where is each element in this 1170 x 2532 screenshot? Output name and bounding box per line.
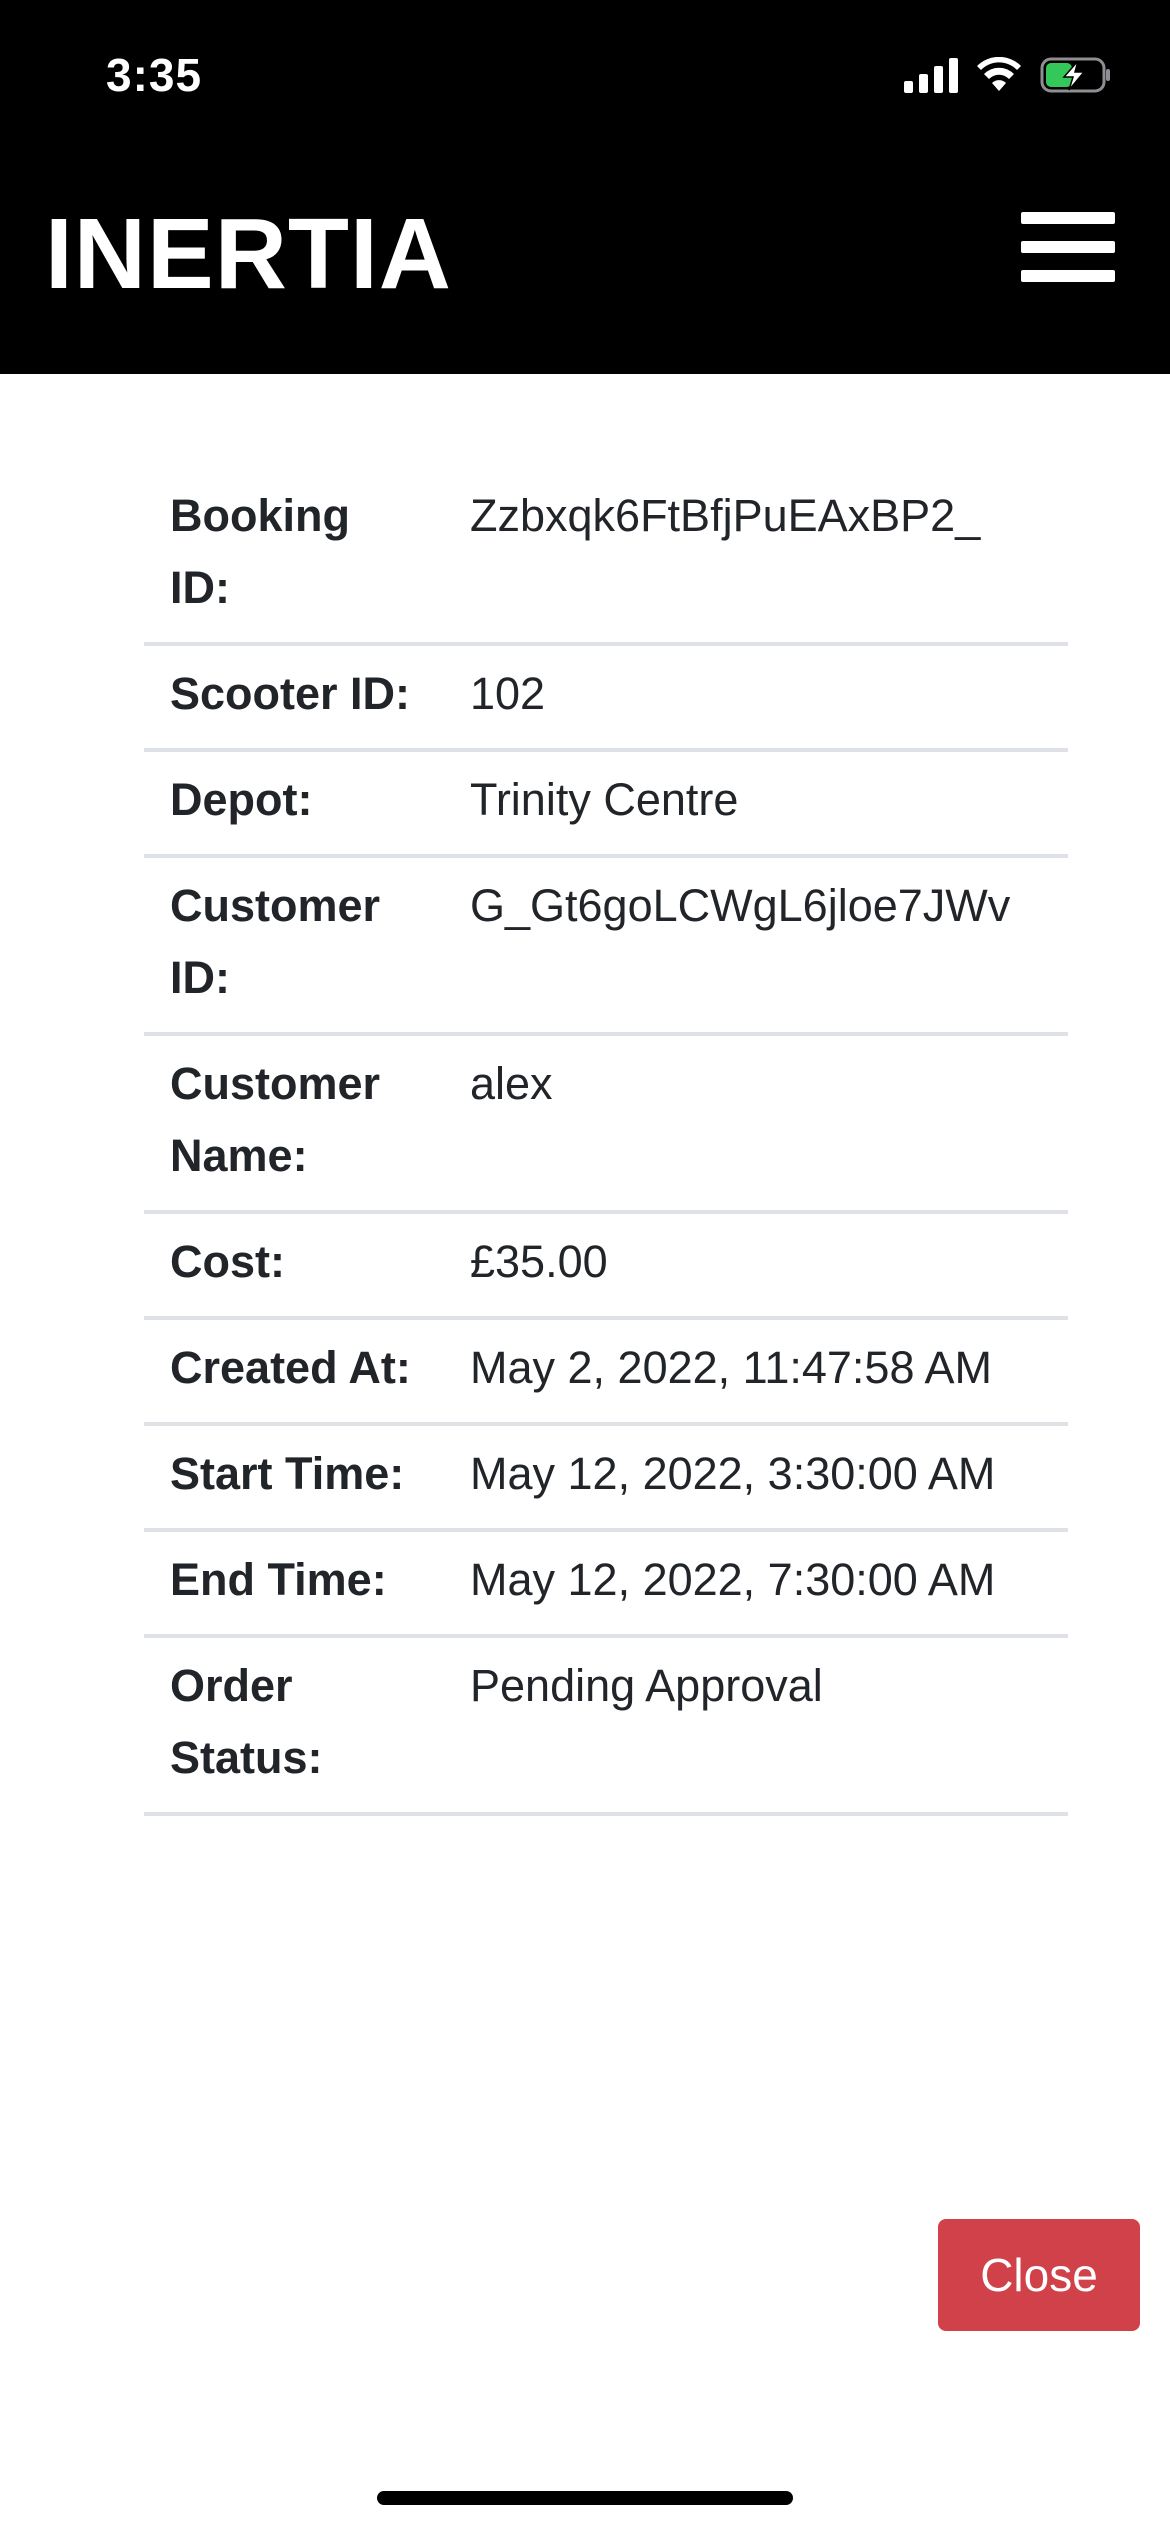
table-row: Start Time: May 12, 2022, 3:30:00 AM: [144, 1424, 1068, 1532]
table-row: Customer ID: G_Gt6goLCWgL6jloe7JWv: [144, 856, 1068, 1036]
row-value: £35.00: [444, 1212, 1068, 1320]
table-row: Created At: May 2, 2022, 11:47:58 AM: [144, 1318, 1068, 1426]
navbar: INERTIA: [0, 150, 1170, 374]
row-value: Zzbxqk6FtBfjPuEAxBP2_: [444, 468, 1068, 646]
row-value: Pending Approval: [444, 1636, 1068, 1816]
status-bar: 3:35: [0, 0, 1170, 150]
row-label: Customer ID:: [144, 856, 444, 1036]
home-indicator[interactable]: [377, 2491, 793, 2505]
booking-details-table: Booking ID: Zzbxqk6FtBfjPuEAxBP2_ Scoote…: [144, 468, 1068, 1816]
row-label: Depot:: [144, 750, 444, 858]
row-value: alex: [444, 1034, 1068, 1214]
row-value: May 12, 2022, 7:30:00 AM: [444, 1530, 1068, 1638]
row-label: Customer Name:: [144, 1034, 444, 1214]
row-label: Cost:: [144, 1212, 444, 1320]
table-row: Scooter ID: 102: [144, 644, 1068, 752]
row-label: Order Status:: [144, 1636, 444, 1816]
status-icons: [904, 52, 1112, 98]
brand-logo[interactable]: INERTIA: [45, 204, 452, 304]
row-label: Created At:: [144, 1318, 444, 1426]
row-value: May 12, 2022, 3:30:00 AM: [444, 1424, 1068, 1532]
wifi-icon: [976, 57, 1022, 93]
row-label: End Time:: [144, 1530, 444, 1638]
row-value: 102: [444, 644, 1068, 752]
status-time: 3:35: [106, 49, 203, 101]
table-row: Cost: £35.00: [144, 1212, 1068, 1320]
table-row: Booking ID: Zzbxqk6FtBfjPuEAxBP2_: [144, 468, 1068, 646]
row-label: Scooter ID:: [144, 644, 444, 752]
table-row: Order Status: Pending Approval: [144, 1636, 1068, 1816]
row-value: May 2, 2022, 11:47:58 AM: [444, 1318, 1068, 1426]
row-label: Booking ID:: [144, 468, 444, 646]
close-button[interactable]: Close: [938, 2219, 1140, 2331]
row-value: G_Gt6goLCWgL6jloe7JWv: [444, 856, 1068, 1036]
row-label: Start Time:: [144, 1424, 444, 1532]
row-value: Trinity Centre: [444, 750, 1068, 858]
table-row: Customer Name: alex: [144, 1034, 1068, 1214]
table-row: End Time: May 12, 2022, 7:30:00 AM: [144, 1530, 1068, 1638]
cellular-signal-icon: [904, 57, 958, 93]
hamburger-menu-icon[interactable]: [1021, 212, 1115, 282]
table-row: Depot: Trinity Centre: [144, 750, 1068, 858]
battery-charging-icon: [1040, 57, 1112, 93]
